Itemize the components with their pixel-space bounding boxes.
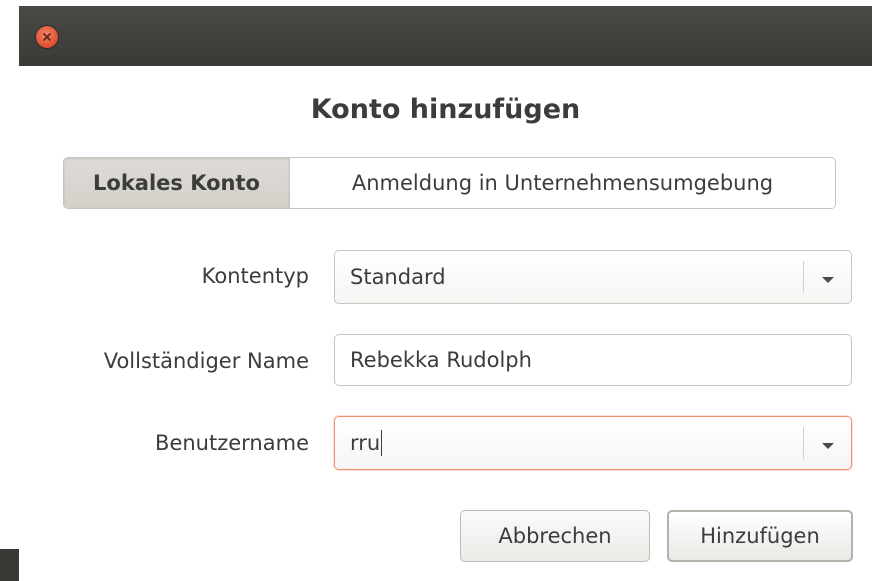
add-button[interactable]: Hinzufügen <box>667 510 853 562</box>
dialog-title: Konto hinzufügen <box>310 94 581 125</box>
account-type-combobox[interactable]: Standard <box>334 250 852 304</box>
tab-enterprise-login[interactable]: Anmeldung in Unternehmensumgebung <box>290 158 835 208</box>
close-icon <box>42 32 52 42</box>
dialog-content: Konto hinzufügen Lokales Konto Anmeldung… <box>19 66 872 581</box>
title-bar <box>19 6 872 66</box>
cancel-button[interactable]: Abbrechen <box>460 510 650 562</box>
chevron-down-icon <box>821 265 835 289</box>
username-input[interactable]: rru <box>350 417 383 469</box>
close-button[interactable] <box>36 26 58 48</box>
username-value: rru <box>350 431 381 455</box>
full-name-label: Vollständiger Name <box>103 349 309 373</box>
account-kind-switcher: Lokales Konto Anmeldung in Unternehmensu… <box>63 157 836 209</box>
full-name-field[interactable]: Rebekka Rudolph <box>334 334 852 386</box>
tab-local-account[interactable]: Lokales Konto <box>64 158 290 208</box>
username-label: Benutzername <box>155 431 309 455</box>
text-cursor <box>381 430 383 456</box>
username-dropdown-button[interactable] <box>804 417 851 469</box>
full-name-value: Rebekka Rudolph <box>350 348 532 372</box>
account-type-dropdown-button[interactable] <box>804 251 851 303</box>
username-combobox[interactable]: rru <box>334 416 852 470</box>
account-type-value: Standard <box>350 265 446 289</box>
screen: Konto hinzufügen Lokales Konto Anmeldung… <box>0 0 872 581</box>
account-type-label: Kontentyp <box>201 264 309 288</box>
add-account-dialog: Konto hinzufügen Lokales Konto Anmeldung… <box>19 6 872 581</box>
chevron-down-icon <box>821 431 835 455</box>
desktop-background <box>0 549 19 581</box>
